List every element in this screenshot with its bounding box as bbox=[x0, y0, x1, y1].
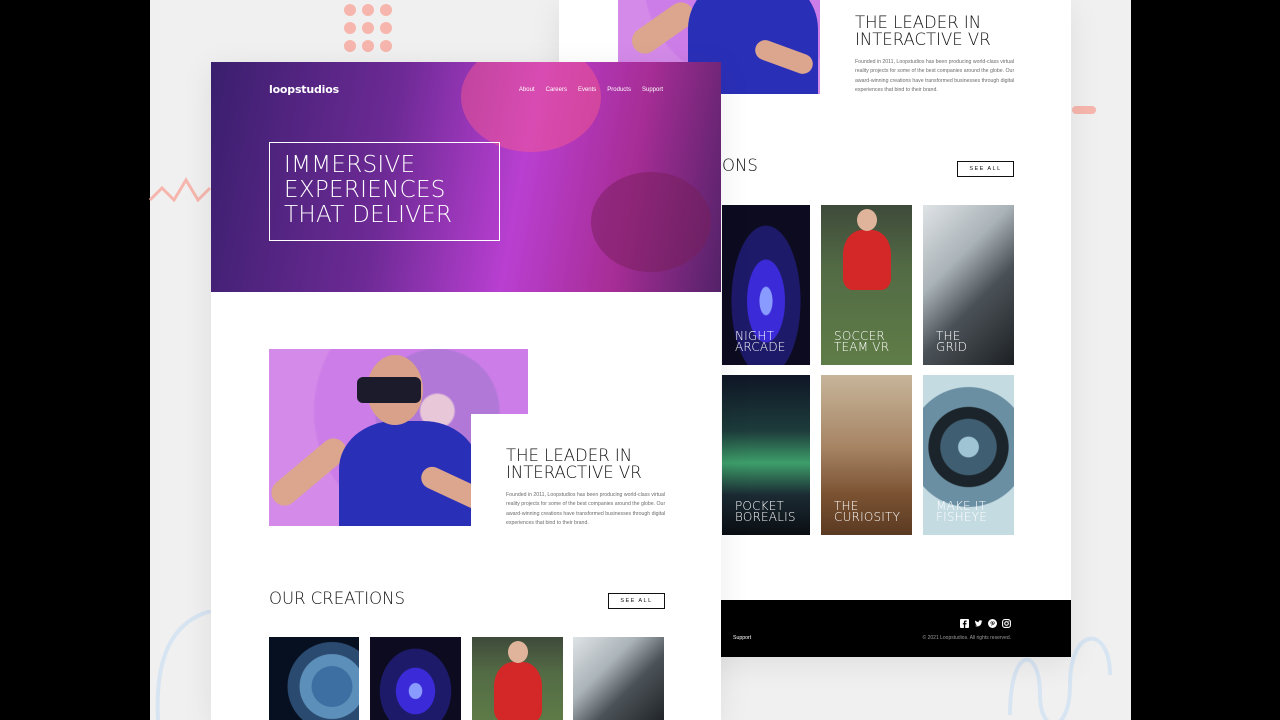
decorative-arc bbox=[155, 610, 216, 720]
creation-tile-label: SOCCER TEAM VR bbox=[834, 329, 890, 354]
creation-tile[interactable]: NIGHT ARCADE bbox=[722, 205, 810, 365]
nav-support[interactable]: Support bbox=[642, 87, 663, 93]
hero-title: IMMERSIVE EXPERIENCES THAT DELIVER bbox=[284, 152, 453, 228]
creations-title-partial: ONS bbox=[722, 156, 758, 175]
twitter-icon[interactable] bbox=[974, 615, 983, 627]
hero-headline-box: IMMERSIVE EXPERIENCES THAT DELIVER bbox=[269, 142, 500, 241]
nav-events[interactable]: Events bbox=[578, 87, 596, 93]
pinterest-icon[interactable] bbox=[988, 615, 997, 628]
creation-tile[interactable] bbox=[370, 637, 461, 720]
nav-careers[interactable]: Careers bbox=[546, 87, 567, 93]
screenshot-stage: THE LEADER IN INTERACTIVE VR Founded in … bbox=[0, 0, 1280, 720]
see-all-button[interactable]: SEE ALL bbox=[608, 593, 665, 609]
nav-products[interactable]: Products bbox=[607, 87, 631, 93]
facebook-icon[interactable] bbox=[960, 615, 969, 628]
creation-tile[interactable] bbox=[472, 637, 563, 720]
footer-support-link[interactable]: Support bbox=[733, 635, 751, 641]
creation-tile-label: NIGHT ARCADE bbox=[735, 329, 786, 354]
creation-tile[interactable]: SOCCER TEAM VR bbox=[821, 205, 912, 365]
site-logo[interactable]: loopstudios bbox=[269, 83, 339, 96]
creation-tile[interactable]: THE CURIOSITY bbox=[821, 375, 912, 535]
creation-tile-label: MAKE IT FISHEYE bbox=[936, 499, 987, 524]
instagram-icon[interactable] bbox=[1002, 615, 1011, 628]
creation-tile[interactable]: POCKET BOREALIS bbox=[722, 375, 810, 535]
creations-title: OUR CREATIONS bbox=[269, 589, 405, 608]
creation-tile-label: THE GRID bbox=[936, 329, 968, 354]
decorative-dots bbox=[344, 0, 392, 62]
leader-description: Founded in 2011, Loopstudios has been pr… bbox=[855, 59, 1015, 94]
leader-description: Founded in 2011, Loopstudios has been pr… bbox=[506, 492, 666, 527]
decorative-pink-bar bbox=[1072, 106, 1096, 114]
creation-tile[interactable] bbox=[269, 637, 359, 720]
creation-tile[interactable]: MAKE IT FISHEYE bbox=[923, 375, 1014, 535]
main-nav: About Careers Events Products Support bbox=[519, 87, 663, 93]
front-page-mockup: loopstudios About Careers Events Product… bbox=[211, 62, 721, 720]
creation-tile-label: POCKET BOREALIS bbox=[735, 499, 796, 524]
footer-copyright: © 2021 Loopstudios. All rights reserved. bbox=[922, 635, 1011, 641]
creation-tile-label: THE CURIOSITY bbox=[834, 499, 901, 524]
leader-title: THE LEADER IN INTERACTIVE VR bbox=[855, 13, 991, 49]
creation-tile[interactable]: THE GRID bbox=[923, 205, 1014, 365]
nav-about[interactable]: About bbox=[519, 87, 535, 93]
creation-tile[interactable] bbox=[573, 637, 664, 720]
leader-title: THE LEADER IN INTERACTIVE VR bbox=[506, 446, 642, 482]
see-all-button[interactable]: SEE ALL bbox=[957, 161, 1014, 177]
social-links bbox=[960, 615, 1011, 628]
hero-section: loopstudios About Careers Events Product… bbox=[211, 62, 721, 292]
decorative-zigzag bbox=[148, 177, 212, 203]
